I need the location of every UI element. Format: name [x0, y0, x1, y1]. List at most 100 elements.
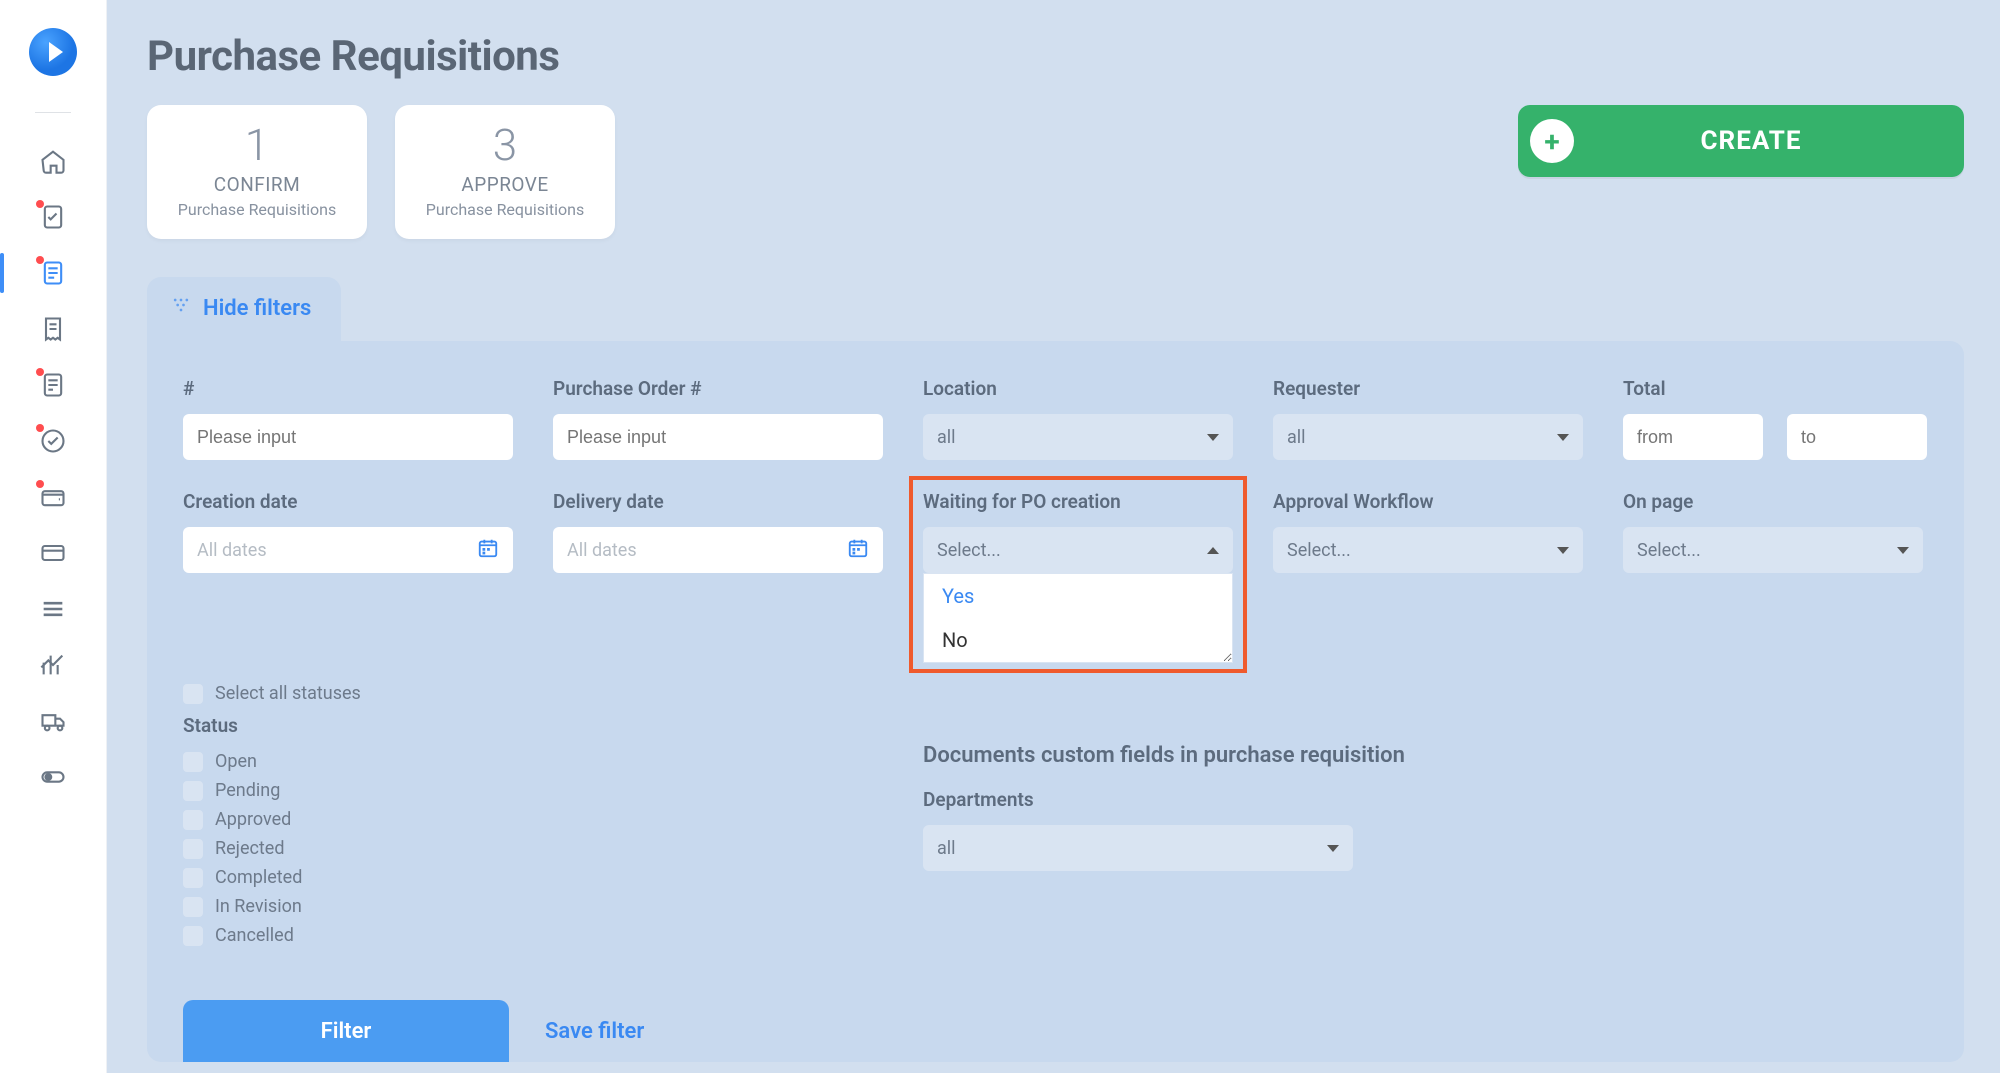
status-checkbox[interactable]	[183, 897, 203, 917]
select-all-statuses-row[interactable]: Select all statuses	[183, 683, 883, 704]
sidebar-item-invoice[interactable]	[0, 357, 106, 413]
select-all-label: Select all statuses	[215, 683, 361, 704]
status-checkbox[interactable]	[183, 926, 203, 946]
departments-select[interactable]: all	[923, 825, 1353, 871]
calendar-icon	[477, 537, 499, 563]
invoice-icon	[39, 371, 67, 399]
status-checkbox[interactable]	[183, 810, 203, 830]
sidebar-item-receipt[interactable]	[0, 301, 106, 357]
sidebar-divider	[35, 112, 71, 113]
filter-actions: Filter Save filter	[183, 1000, 1928, 1062]
status-option: Pending	[215, 780, 280, 801]
on-page-select[interactable]: Select...	[1623, 527, 1923, 573]
delivery-date-label: Delivery date	[553, 490, 883, 513]
sidebar-item-pr-active[interactable]	[0, 245, 106, 301]
filter-button-label: Filter	[321, 1019, 372, 1044]
sidebar-item-analytics[interactable]	[0, 637, 106, 693]
stat-cards: 1 CONFIRM Purchase Requisitions 3 APPROV…	[147, 105, 615, 239]
wallet-icon	[39, 483, 67, 511]
toggle-icon	[39, 763, 67, 791]
delivery-date-input[interactable]: All dates	[553, 527, 883, 573]
status-option: Approved	[215, 809, 291, 830]
status-checkbox[interactable]	[183, 752, 203, 772]
status-option: In Revision	[215, 896, 302, 917]
po-number-input[interactable]	[553, 414, 883, 460]
sidebar-item-home[interactable]	[0, 133, 106, 189]
location-value: all	[937, 427, 956, 448]
app-logo[interactable]	[29, 28, 77, 76]
sidebar-item-wallet[interactable]	[0, 469, 106, 525]
status-checkbox[interactable]	[183, 868, 203, 888]
filter-button[interactable]: Filter	[183, 1000, 509, 1062]
on-page-label: On page	[1623, 490, 1923, 513]
home-icon	[39, 147, 67, 175]
sidebar-item-approve[interactable]	[0, 413, 106, 469]
main-content: Purchase Requisitions 1 CONFIRM Purchase…	[107, 0, 2000, 1073]
chevron-down-icon	[1897, 547, 1909, 554]
save-filter-link[interactable]: Save filter	[545, 1019, 644, 1044]
sidebar-item-toggle[interactable]	[0, 749, 106, 805]
creation-date-placeholder: All dates	[197, 540, 267, 561]
sidebar	[0, 0, 107, 1073]
status-checkbox[interactable]	[183, 839, 203, 859]
waiting-po-option-no[interactable]: No	[924, 618, 1232, 662]
truck-icon	[39, 707, 67, 735]
status-row[interactable]: Approved	[183, 809, 883, 830]
create-label: CREATE	[1582, 126, 1964, 156]
waiting-po-select[interactable]: Select... Yes No	[923, 527, 1233, 573]
stat-card-approve[interactable]: 3 APPROVE Purchase Requisitions	[395, 105, 615, 239]
status-checkbox[interactable]	[183, 781, 203, 801]
number-input[interactable]	[183, 414, 513, 460]
requester-select[interactable]: all	[1273, 414, 1583, 460]
create-button[interactable]: + CREATE	[1518, 105, 1964, 177]
status-row[interactable]: Open	[183, 751, 883, 772]
location-label: Location	[923, 377, 1233, 400]
number-label: #	[183, 377, 513, 400]
highlight-annotation: Waiting for PO creation Select... Yes No	[909, 476, 1247, 673]
menu-icon	[39, 595, 67, 623]
status-list: Open Pending Approved Rejected Completed…	[183, 751, 883, 946]
requester-label: Requester	[1273, 377, 1583, 400]
clipboard-check-icon	[39, 203, 67, 231]
select-all-checkbox[interactable]	[183, 684, 203, 704]
approval-workflow-placeholder: Select...	[1287, 540, 1351, 561]
hide-filters-label: Hide filters	[203, 296, 311, 321]
waiting-po-placeholder: Select...	[937, 540, 1001, 561]
page-title: Purchase Requisitions	[147, 32, 1964, 81]
stat-label: CONFIRM	[159, 173, 355, 196]
calendar-icon	[847, 537, 869, 563]
status-option: Cancelled	[215, 925, 294, 946]
waiting-po-option-yes[interactable]: Yes	[924, 574, 1232, 618]
approval-workflow-label: Approval Workflow	[1273, 490, 1583, 513]
chevron-up-icon	[1207, 547, 1219, 554]
total-to-input[interactable]	[1787, 414, 1927, 460]
stat-label: APPROVE	[407, 173, 603, 196]
hide-filters-tab[interactable]: Hide filters	[147, 277, 341, 341]
sidebar-item-pr-a[interactable]	[0, 189, 106, 245]
location-select[interactable]: all	[923, 414, 1233, 460]
on-page-placeholder: Select...	[1637, 540, 1701, 561]
sidebar-item-menu[interactable]	[0, 581, 106, 637]
header-row: 1 CONFIRM Purchase Requisitions 3 APPROV…	[147, 105, 1964, 239]
sidebar-item-card[interactable]	[0, 525, 106, 581]
approval-workflow-select[interactable]: Select...	[1273, 527, 1583, 573]
delivery-date-placeholder: All dates	[567, 540, 637, 561]
sidebar-item-shipping[interactable]	[0, 693, 106, 749]
status-row[interactable]: Rejected	[183, 838, 883, 859]
creation-date-input[interactable]: All dates	[183, 527, 513, 573]
status-row[interactable]: Completed	[183, 867, 883, 888]
app-root: Purchase Requisitions 1 CONFIRM Purchase…	[0, 0, 2000, 1073]
creation-date-label: Creation date	[183, 490, 513, 513]
filter-dots-icon	[171, 295, 191, 321]
stat-card-confirm[interactable]: 1 CONFIRM Purchase Requisitions	[147, 105, 367, 239]
status-row[interactable]: In Revision	[183, 896, 883, 917]
status-option: Completed	[215, 867, 302, 888]
status-row[interactable]: Cancelled	[183, 925, 883, 946]
status-row[interactable]: Pending	[183, 780, 883, 801]
total-from-input[interactable]	[1623, 414, 1763, 460]
stat-count: 1	[159, 123, 355, 167]
chevron-down-icon	[1557, 434, 1569, 441]
check-circle-icon	[39, 427, 67, 455]
custom-fields-title: Documents custom fields in purchase requ…	[923, 743, 1928, 768]
departments-value: all	[937, 838, 956, 859]
